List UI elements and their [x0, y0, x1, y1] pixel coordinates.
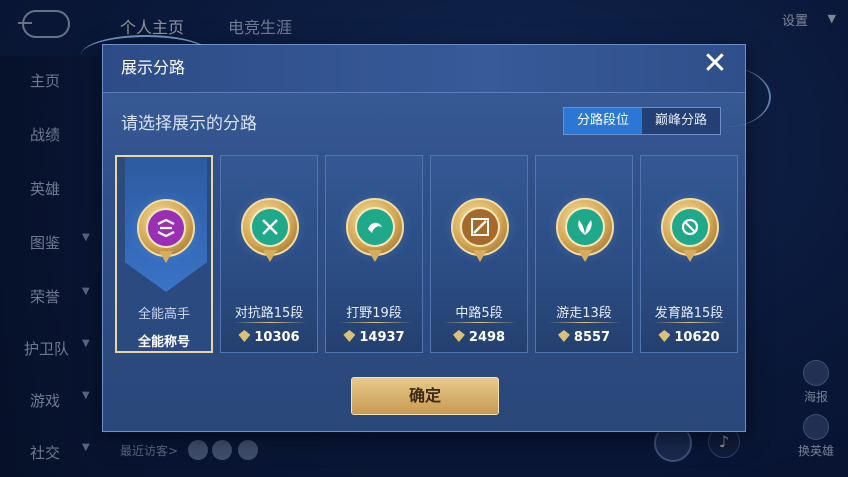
dialog-subtitle: 请选择展示的分路 [121, 114, 257, 134]
card-label: 中路5段 [455, 306, 503, 321]
gem-icon [557, 330, 570, 342]
divider [233, 322, 307, 323]
card-label: 对抗路15段 [234, 306, 304, 321]
clash-lane-emblem-icon [233, 190, 307, 264]
card-score: 14937 [326, 330, 422, 345]
lane-card-jungle[interactable]: 打野19段 14937 [325, 155, 423, 353]
card-score: 10620 [641, 330, 737, 345]
card-label: 游走13段 [556, 306, 612, 321]
gem-icon [452, 330, 465, 342]
tab-peak-lane[interactable]: 巅峰分路 [642, 108, 720, 134]
gem-icon [238, 330, 251, 342]
gem-icon [658, 330, 671, 342]
dialog-header: 展示分路 ✕ [103, 45, 745, 93]
card-score: 8557 [536, 330, 632, 345]
card-label: 全能高手 [137, 307, 190, 322]
card-score: 2498 [431, 330, 527, 345]
lane-card-all-round[interactable]: 全能高手 全能称号 [115, 155, 213, 353]
farm-lane-emblem-icon [653, 190, 727, 264]
gem-icon [343, 330, 356, 342]
roam-emblem-icon [548, 190, 622, 264]
divider [338, 322, 412, 323]
tab-lane-rank[interactable]: 分路段位 [564, 108, 642, 134]
lane-card-mid[interactable]: 中路5段 2498 [430, 155, 528, 353]
mid-lane-emblem-icon [443, 190, 517, 264]
divider [443, 322, 517, 323]
lane-card-clash-lane[interactable]: 对抗路15段 10306 [220, 155, 318, 353]
divider [653, 322, 727, 323]
jungle-emblem-icon [338, 190, 412, 264]
confirm-button[interactable]: 确定 [351, 377, 499, 415]
card-label: 打野19段 [346, 306, 402, 321]
lane-display-dialog: 展示分路 ✕ 请选择展示的分路 分路段位 巅峰分路 全能高手 全能称号 对抗路1… [81, 35, 771, 432]
close-icon[interactable]: ✕ [701, 49, 729, 79]
lane-card-roam[interactable]: 游走13段 8557 [535, 155, 633, 353]
all-round-emblem-icon [129, 191, 203, 265]
card-value: 全能称号 [137, 335, 190, 350]
dialog-title: 展示分路 [121, 58, 186, 77]
divider [548, 322, 622, 323]
card-label: 发育路15段 [654, 306, 724, 321]
lane-type-toggle: 分路段位 巅峰分路 [563, 107, 721, 135]
lane-card-farm-lane[interactable]: 发育路15段 10620 [640, 155, 738, 353]
card-score: 10306 [221, 330, 317, 345]
